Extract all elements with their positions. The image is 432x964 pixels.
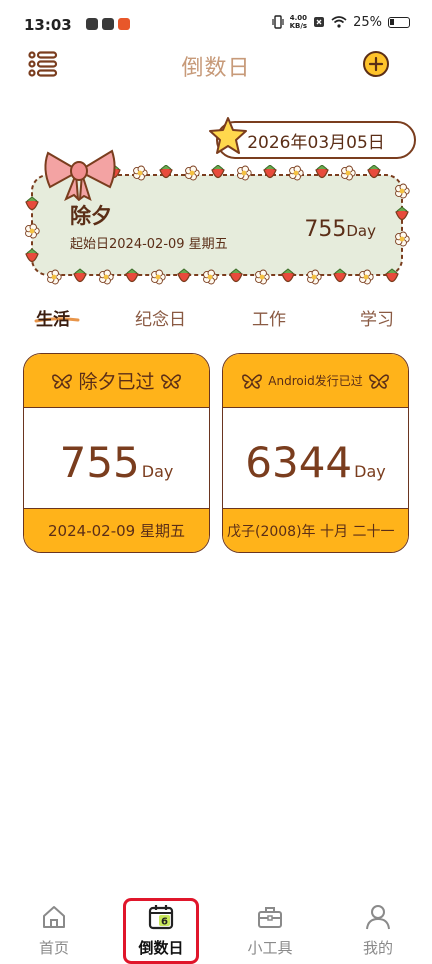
tab-work[interactable]: 工作 — [252, 305, 286, 330]
battery-percent: 25% — [353, 14, 382, 30]
nav-label: 倒数日 — [138, 939, 184, 957]
app-header: 倒数日 — [0, 40, 432, 90]
tab-anniversary[interactable]: 纪念日 — [135, 305, 186, 330]
star-icon — [209, 117, 247, 154]
card-days-unit: Day — [141, 462, 174, 481]
sim-icon — [314, 17, 325, 27]
card-header: Android发行已过 — [223, 354, 408, 408]
card-title: Android发行已过 — [268, 374, 363, 388]
countdown-card[interactable]: Android发行已过 6344 Day 戊子(2008)年 十月 二十一 — [222, 353, 409, 553]
featured-countdown-card[interactable]: 2026年03月05日 除夕 起始日2024-02-09 星期五 755Day — [18, 115, 416, 295]
vibrate-icon — [272, 15, 284, 29]
flower-decoration — [395, 231, 410, 247]
card-days-unit: Day — [354, 462, 386, 481]
card-date: 戊子(2008)年 十月 二十一 — [223, 508, 408, 552]
bottom-nav: 首页 6 倒数日 小工具 我的 — [0, 895, 432, 964]
butterfly-icon — [242, 373, 263, 389]
tab-life[interactable]: 生活 — [36, 305, 70, 330]
status-right: 4.00 KB/s 25% — [272, 14, 410, 30]
plus-circle-icon[interactable] — [362, 50, 390, 78]
card-days-value: 755 — [59, 438, 140, 487]
home-icon — [43, 906, 65, 928]
bow-icon — [44, 149, 116, 201]
nav-profile[interactable]: 我的 — [338, 895, 418, 958]
hero-days-count: 755Day — [304, 217, 376, 242]
nav-label: 首页 — [38, 939, 69, 957]
hero-start-date: 起始日2024-02-09 星期五 — [70, 237, 228, 252]
card-body: 6344 Day — [223, 408, 408, 508]
notification-app-icon — [118, 18, 130, 30]
nav-label: 小工具 — [247, 939, 293, 957]
status-notification-icons — [86, 18, 130, 30]
butterfly-icon — [52, 373, 73, 389]
card-title: 除夕已过 — [78, 371, 155, 393]
calendar-badge: 6 — [161, 917, 168, 928]
net-speed-value: 4.00 — [289, 14, 307, 22]
battery-icon — [388, 16, 410, 28]
card-date: 2024-02-09 星期五 — [24, 508, 209, 552]
notification-play-icon — [102, 18, 114, 30]
flower-decoration — [395, 183, 410, 199]
card-header: 除夕已过 — [24, 354, 209, 408]
butterfly-icon — [160, 373, 181, 389]
butterfly-icon — [368, 373, 389, 389]
hero-event-name: 除夕 — [70, 204, 112, 228]
nav-countdown[interactable]: 6 倒数日 — [121, 895, 201, 958]
wifi-icon — [331, 16, 347, 28]
nav-label: 我的 — [362, 939, 393, 957]
hero-days-unit: Day — [346, 222, 376, 240]
status-time: 13:03 — [24, 16, 72, 34]
toolbox-icon — [258, 907, 282, 928]
calendar-icon: 6 — [148, 905, 174, 930]
tab-study[interactable]: 学习 — [360, 305, 394, 330]
notification-app-icon — [86, 18, 98, 30]
category-tabs: 生活 纪念日 工作 学习 — [0, 305, 432, 335]
card-days-value: 6344 — [245, 438, 353, 487]
countdown-card[interactable]: 除夕已过 755 Day 2024-02-09 星期五 — [23, 353, 210, 553]
nav-tools[interactable]: 小工具 — [230, 895, 310, 958]
hero-days-value: 755 — [304, 217, 347, 242]
net-speed-unit: KB/s — [289, 22, 308, 30]
card-body: 755 Day — [24, 408, 209, 508]
nav-home[interactable]: 首页 — [14, 895, 94, 958]
net-speed: 4.00 KB/s — [290, 14, 307, 30]
profile-icon — [366, 905, 390, 930]
